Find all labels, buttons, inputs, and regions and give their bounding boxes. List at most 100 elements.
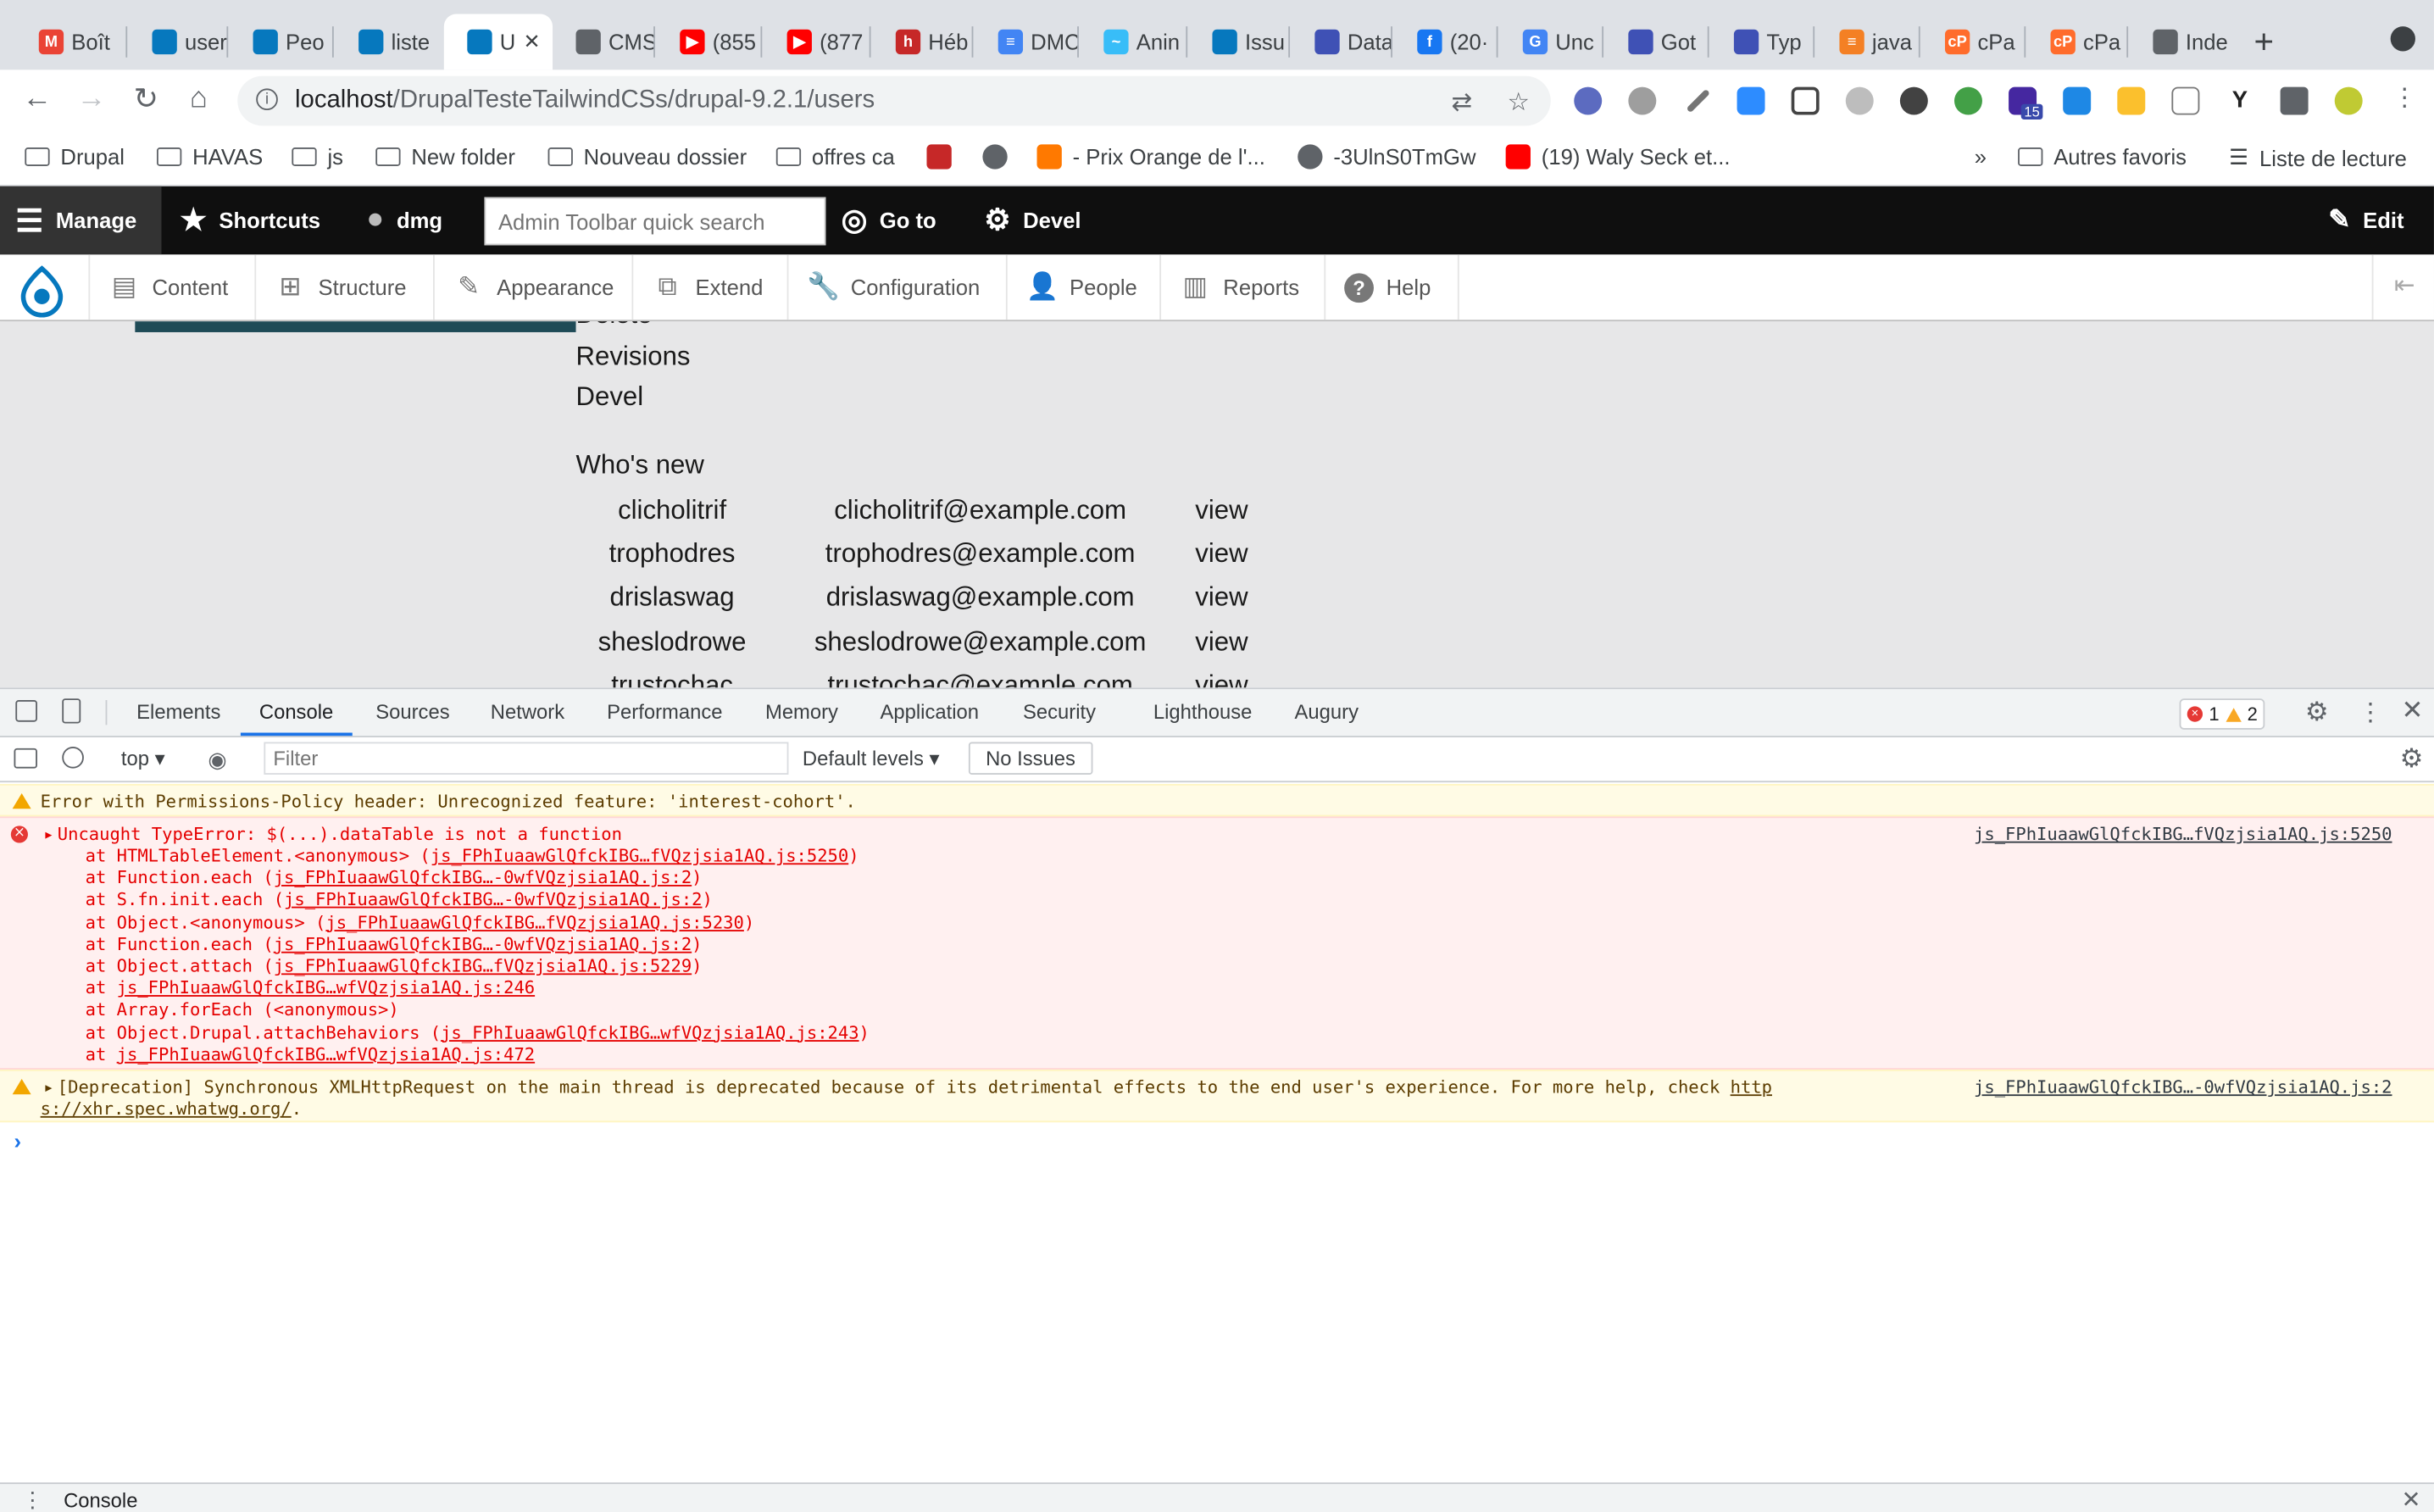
live-expression-eye-icon[interactable]: ◉ xyxy=(208,747,226,773)
inspect-element-icon[interactable] xyxy=(15,700,37,722)
omnibox[interactable]: i localhost/DrupalTesteTailwindCSs/drupa… xyxy=(237,75,1551,126)
view-link[interactable]: view xyxy=(1172,539,1271,570)
tray-orientation-toggle[interactable]: ⇤ xyxy=(2371,254,2434,320)
bookmark-item[interactable] xyxy=(926,144,952,170)
drawer-close-icon[interactable]: ✕ xyxy=(2401,1486,2420,1512)
bookmark-star-icon[interactable]: ☆ xyxy=(1507,87,1529,119)
tray-item-configuration[interactable]: 🔧 Configuration xyxy=(788,254,1008,320)
devtools-tab-performance[interactable]: Performance xyxy=(607,700,722,723)
user-name-link[interactable]: trophodres xyxy=(579,539,765,570)
issues-button[interactable]: No Issues xyxy=(968,742,1093,775)
extension-s-icon[interactable] xyxy=(2063,86,2092,115)
context-selector[interactable]: top ▾ xyxy=(121,747,165,771)
reading-list-button[interactable]: ☰ Liste de lecture xyxy=(2229,144,2407,170)
url-text[interactable]: localhost/DrupalTesteTailwindCSs/drupal-… xyxy=(295,87,875,115)
reload-button[interactable]: ↻ xyxy=(127,82,164,118)
revisions-link[interactable]: Revisions xyxy=(576,342,691,373)
extension-pencil-icon[interactable] xyxy=(2117,86,2146,115)
user-name-link[interactable]: sheslodrowe xyxy=(579,627,765,659)
extension-glasses-icon[interactable] xyxy=(1574,86,1603,115)
drawer-console-tab[interactable]: Console xyxy=(64,1489,137,1512)
bookmark-item[interactable]: (19) Waly Seck et... xyxy=(1505,144,1731,170)
console-settings-icon[interactable]: ⚙ xyxy=(2400,743,2424,775)
extension-screenshot-icon[interactable] xyxy=(1791,86,1820,115)
browser-tab[interactable]: ~ Anin xyxy=(1081,14,1187,69)
bookmark-item[interactable]: offres ca xyxy=(775,144,895,170)
user-name-link[interactable]: drislaswag xyxy=(579,582,765,614)
sidebar-toggle-icon[interactable] xyxy=(14,748,37,769)
stack-frame-link[interactable]: js_FPhIuaawGlQfckIBG…wfVQzjsia1AQ.js:246 xyxy=(117,978,535,998)
extension-eyedropper-icon[interactable] xyxy=(1686,88,1711,114)
devel-link[interactable]: Devel xyxy=(576,382,644,414)
toolbar-shortcuts[interactable]: ★ Shortcuts xyxy=(180,186,320,255)
other-bookmarks-folder[interactable]: Autres favoris xyxy=(2018,144,2187,170)
stack-frame-link[interactable]: js_FPhIuaawGlQfckIBG…wfVQzjsia1AQ.js:243 xyxy=(441,1022,859,1042)
tray-item-reports[interactable]: ▥ Reports xyxy=(1161,254,1326,320)
browser-tab[interactable]: Issu xyxy=(1189,14,1290,69)
toolbar-user[interactable]: ● dmg xyxy=(366,186,442,255)
drawer-menu-icon[interactable]: ⋮ xyxy=(22,1487,44,1512)
extension-json-icon[interactable] xyxy=(2171,86,2200,115)
bookmark-item[interactable]: HAVAS xyxy=(156,144,263,170)
extension-dark-mode-icon[interactable] xyxy=(1899,86,1928,115)
browser-tab[interactable]: Inde xyxy=(2130,14,2236,69)
devtools-menu-icon[interactable]: ⋮ xyxy=(2358,697,2382,728)
delete-link[interactable]: Delete xyxy=(576,321,653,331)
console-filter-input[interactable] xyxy=(264,742,789,775)
browser-tab[interactable]: U ✕ xyxy=(443,14,553,70)
site-info-icon[interactable]: i xyxy=(256,88,278,111)
toolbar-devel[interactable]: ⚙ Devel xyxy=(984,186,1081,255)
bookmark-item[interactable]: js xyxy=(292,144,343,170)
deprecation-help-link-cont[interactable]: s://xhr.spec.whatwg.org/ xyxy=(41,1099,292,1120)
tray-item-help[interactable]: ? Help xyxy=(1325,254,1459,320)
devtools-settings-icon[interactable]: ⚙ xyxy=(2305,697,2329,728)
admin-toolbar-search-input[interactable] xyxy=(484,197,826,246)
deprecation-source-link[interactable]: js_FPhIuaawGlQfckIBG…-0wfVQzjsia1AQ.js:2 xyxy=(1974,1077,2392,1098)
stack-frame-link[interactable]: js_FPhIuaawGlQfckIBG…fVQzjsia1AQ.js:5229 xyxy=(274,956,692,976)
extension-y-icon[interactable]: Y xyxy=(2226,86,2254,115)
devtools-tab-sources[interactable]: Sources xyxy=(375,700,449,723)
extension-bird-icon[interactable] xyxy=(1953,86,1982,115)
tray-item-structure[interactable]: ⊞ Structure xyxy=(256,254,435,320)
devtools-tab-security[interactable]: Security xyxy=(1023,700,1096,723)
home-button[interactable]: ⌂ xyxy=(180,82,217,116)
user-name-link[interactable]: trustochac xyxy=(579,670,765,687)
back-button[interactable]: ← xyxy=(19,82,56,116)
drupal-logo[interactable] xyxy=(0,254,91,320)
browser-tab[interactable]: user xyxy=(129,14,228,69)
toolbar-goto[interactable]: ◎ Go to xyxy=(842,186,936,255)
browser-tab[interactable]: Peo xyxy=(230,14,334,69)
browser-tab[interactable]: G Unc xyxy=(1499,14,1603,69)
bookmark-item[interactable]: -3UlnS0TmGw xyxy=(1298,144,1475,170)
stack-frame-link[interactable]: js_FPhIuaawGlQfckIBG…-0wfVQzjsia1AQ.js:2 xyxy=(274,868,692,888)
view-link[interactable]: view xyxy=(1172,627,1271,659)
browser-tab[interactable]: Got xyxy=(1605,14,1709,69)
browser-tab[interactable]: Data xyxy=(1292,14,1392,69)
deprecation-help-link[interactable]: http xyxy=(1731,1077,1772,1098)
browser-menu-icon[interactable]: ⋮ xyxy=(2386,82,2423,114)
stack-frame-link[interactable]: js_FPhIuaawGlQfckIBG…fVQzjsia1AQ.js:5250 xyxy=(431,846,848,866)
browser-tab[interactable]: ≡ java xyxy=(1816,14,1920,69)
extension-camera-icon[interactable] xyxy=(1845,86,1874,115)
bookmark-item[interactable]: Nouveau dossier xyxy=(547,144,747,170)
browser-tab[interactable]: M Boît xyxy=(15,14,127,69)
bookmark-item[interactable]: Drupal xyxy=(25,144,125,170)
view-link[interactable]: view xyxy=(1172,582,1271,614)
profile-avatar[interactable] xyxy=(2334,86,2363,115)
issue-counts[interactable]: × 1 2 xyxy=(2179,698,2265,730)
tray-item-people[interactable]: 👤 People xyxy=(1008,254,1162,320)
device-toolbar-icon[interactable] xyxy=(62,698,81,724)
view-link[interactable]: view xyxy=(1172,670,1271,687)
tray-item-appearance[interactable]: ✎ Appearance xyxy=(435,254,634,320)
toolbar-edit[interactable]: ✎ Edit xyxy=(2328,186,2403,255)
user-name-link[interactable]: clicholitrif xyxy=(579,495,765,526)
browser-tab[interactable]: ≡ DMC xyxy=(975,14,1079,69)
devtools-tab-application[interactable]: Application xyxy=(881,700,980,723)
extensions-puzzle-icon[interactable] xyxy=(2280,86,2309,115)
console-prompt[interactable]: › xyxy=(14,1129,21,1153)
extension-zoom-icon[interactable] xyxy=(1737,86,1765,115)
browser-tab[interactable]: f (20· xyxy=(1394,14,1498,69)
extension-cookie-icon[interactable] xyxy=(1628,86,1657,115)
browser-tab[interactable]: liste xyxy=(336,14,442,69)
browser-tab[interactable]: Typ xyxy=(1710,14,1814,69)
